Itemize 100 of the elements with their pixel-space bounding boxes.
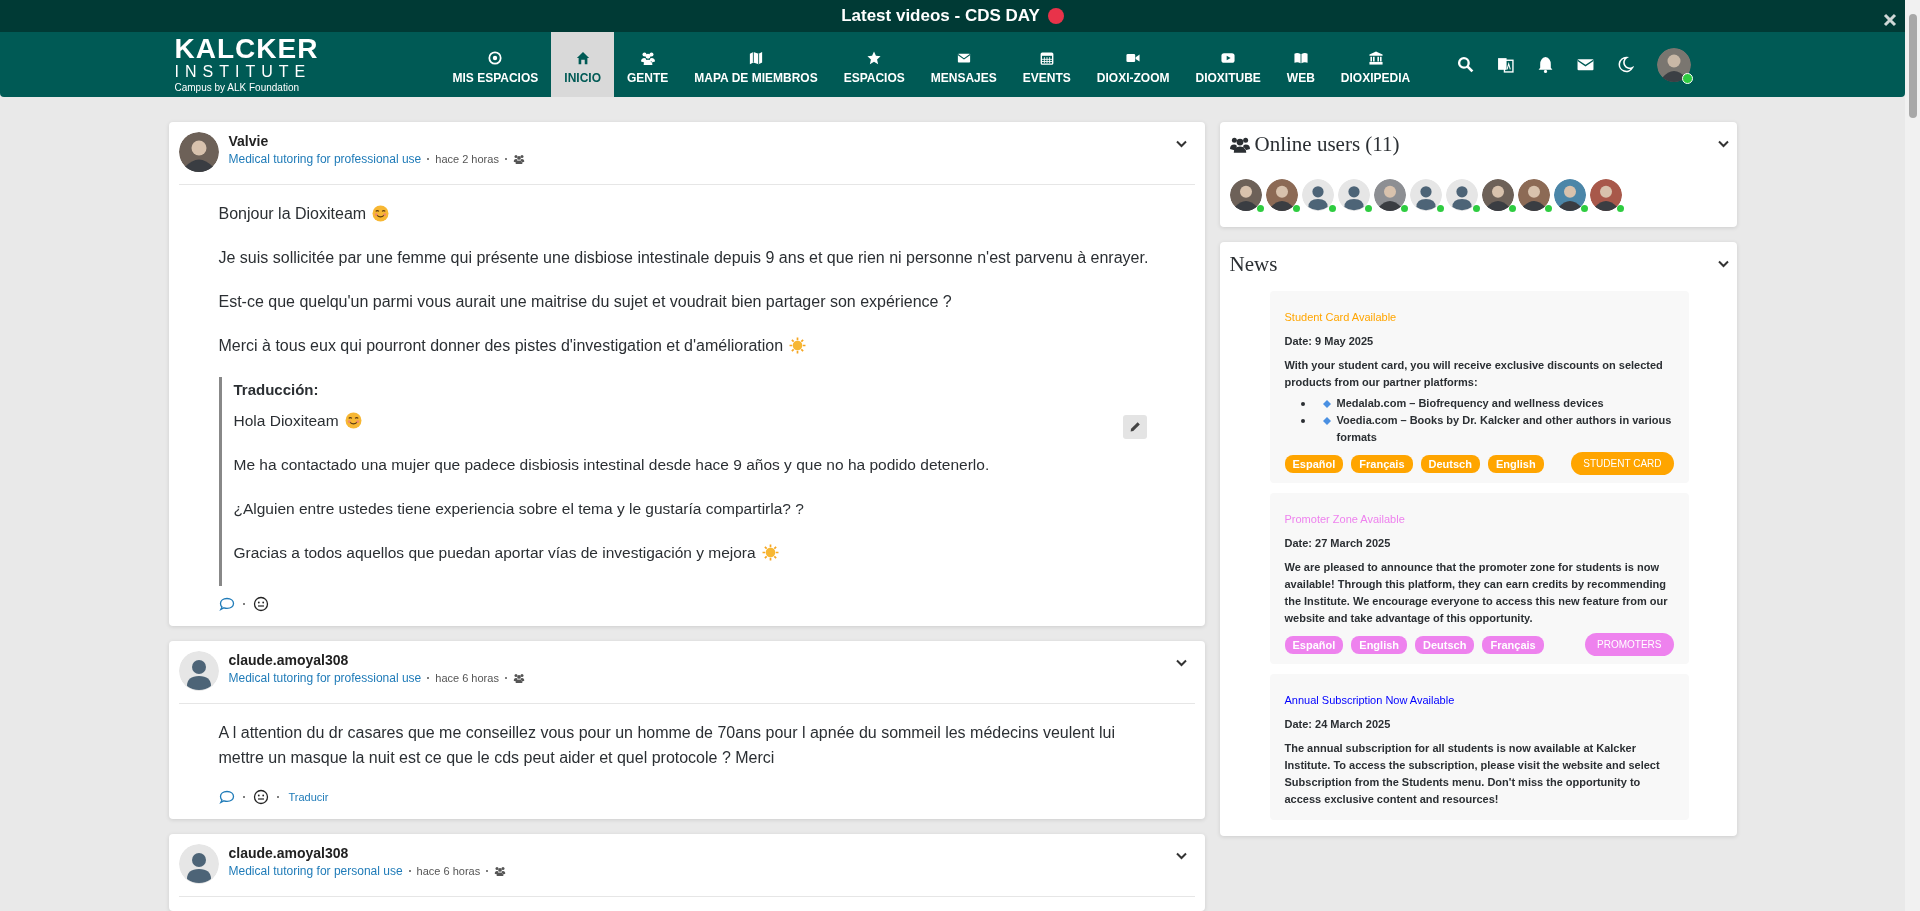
group-link[interactable]: Medical tutoring for professional use xyxy=(228,671,422,685)
nav-tab[interactable]: GENTE xyxy=(613,32,682,97)
post-time: hace 6 horas xyxy=(416,865,481,877)
bullet-dot xyxy=(1300,419,1305,423)
avatar[interactable] xyxy=(1445,179,1478,211)
close-icon[interactable] xyxy=(1883,13,1897,27)
author-name[interactable]: claude.amoyal308 xyxy=(228,652,525,668)
smiling-face-icon xyxy=(344,412,362,429)
nav-tab[interactable]: DIOXI-ZOOM xyxy=(1083,32,1183,97)
nav-tab[interactable]: DIOXITUBE xyxy=(1182,32,1274,97)
chevron-down-icon[interactable] xyxy=(1717,260,1729,268)
chevron-down-icon[interactable] xyxy=(1175,852,1187,860)
chevron-down-icon[interactable] xyxy=(1717,140,1729,148)
avatar[interactable] xyxy=(1589,179,1622,211)
post-paragraph: Merci à tous eux qui pourront donner des pistes d'investigation et d'amélioration xyxy=(218,333,1155,358)
online-status-dot xyxy=(1508,205,1516,212)
home-icon xyxy=(575,50,590,65)
avatar[interactable] xyxy=(1409,179,1442,211)
avatar[interactable] xyxy=(1481,179,1514,211)
avatar[interactable] xyxy=(178,132,219,172)
neutral-face-icon[interactable] xyxy=(252,596,269,612)
news-title: Student Card Available xyxy=(1284,311,1398,323)
news-text: The annual subscription for all students is now available at Kalcker Institute. To access the subscription, please visit the website and select Subscription from the Students menu. Don't miss the opportunity to access exclusive content and resources! xyxy=(1284,741,1661,807)
news-text: We are pleased to announce that the promoter zone for students is now available! Through this platform, they can earn credits by recommending the Institute. We encourage everyone to access this new feature from our website and take advantage of this opportunity. xyxy=(1284,560,1669,626)
online-status-dot xyxy=(1616,205,1624,212)
open-book-icon xyxy=(1293,50,1308,65)
avatar[interactable] xyxy=(178,844,219,884)
online-status-dot xyxy=(1292,205,1300,212)
translate-icon[interactable] xyxy=(1496,56,1514,74)
translation-paragraph: Hola Dioxiteam xyxy=(233,408,1125,433)
search-icon[interactable] xyxy=(1456,56,1474,74)
chevron-down-icon[interactable] xyxy=(1175,659,1187,667)
nav-tab[interactable]: MIS ESPACIOS xyxy=(439,32,552,97)
comment-icon[interactable] xyxy=(218,789,235,805)
calendar-icon xyxy=(1039,50,1054,65)
translate-link[interactable]: Traducir xyxy=(288,791,329,803)
nav-tab[interactable]: WEB xyxy=(1273,32,1328,97)
users-icon xyxy=(1229,136,1250,153)
group-link[interactable]: Medical tutoring for professional use xyxy=(228,152,422,166)
online-status-dot xyxy=(1472,205,1480,212)
avatar[interactable] xyxy=(1337,179,1370,211)
avatar[interactable] xyxy=(1517,179,1550,211)
post-paragraph: Est-ce que quelqu'un parmi vous aurait une maitrise du sujet et voudrait bien partager son expérience ? xyxy=(218,292,953,312)
nav-tab[interactable]: DIOXIPEDIA xyxy=(1327,32,1424,97)
online-status-dot xyxy=(1580,205,1588,212)
online-status-dot xyxy=(1364,205,1372,212)
translation-heading: Traducción: xyxy=(233,381,320,398)
news-date: Date: 24 March 2025 xyxy=(1284,718,1392,730)
scrollbar[interactable] xyxy=(1905,0,1920,911)
people-icon xyxy=(512,154,525,164)
online-status-dot xyxy=(1328,205,1336,212)
announcement-link[interactable]: Latest videos - CDS DAY xyxy=(841,6,1040,27)
avatar[interactable] xyxy=(1301,179,1334,211)
star-icon xyxy=(867,50,882,65)
online-status-dot xyxy=(1436,205,1444,212)
nav-tab[interactable]: EVENTS xyxy=(1009,32,1084,97)
logo-subtitle: INSTITUTE xyxy=(174,62,313,81)
post-time: hace 2 horas xyxy=(435,153,499,165)
record-icon xyxy=(1047,8,1064,25)
avatar[interactable] xyxy=(1229,179,1262,211)
chevron-down-icon[interactable] xyxy=(1175,140,1187,148)
avatar[interactable] xyxy=(1373,179,1406,211)
post-time: hace 6 horas xyxy=(435,672,499,684)
map-icon xyxy=(749,50,763,65)
edit-button[interactable] xyxy=(1122,415,1147,439)
smiling-face-icon xyxy=(372,205,390,222)
sun-icon xyxy=(789,337,807,354)
video-play-icon xyxy=(1221,50,1236,65)
online-status-dot xyxy=(1256,205,1264,212)
sun-icon xyxy=(761,544,779,561)
author-name[interactable]: claude.amoyal308 xyxy=(228,845,507,861)
bell-icon[interactable] xyxy=(1536,56,1554,74)
translation-paragraph: Me ha contactado una mujer que padece disbiosis intestinal desde hace 9 años y que no ha podido detenerlo. xyxy=(233,455,991,475)
online-status-dot xyxy=(1681,72,1693,84)
author-name[interactable]: Valvie xyxy=(228,133,525,149)
nav-tab[interactable]: INICIO xyxy=(551,32,614,97)
avatar[interactable] xyxy=(178,651,219,691)
moon-icon[interactable] xyxy=(1616,56,1634,74)
bullet-dot xyxy=(1300,402,1305,406)
post-paragraph: Bonjour la Dioxiteam xyxy=(218,201,1155,226)
group-link[interactable]: Medical tutoring for personal use xyxy=(228,864,403,878)
bullet-text: Voedia.com – Books by Dr. Kalcker and other authors in various formats xyxy=(1336,413,1673,445)
avatar[interactable] xyxy=(1265,179,1298,211)
translation-paragraph: ¿Alguien entre ustedes tiene experiencia sobre el tema y le gustaría compartirla? ? xyxy=(233,499,805,519)
news-title: Promoter Zone Available xyxy=(1284,513,1406,525)
target-icon xyxy=(488,50,503,65)
logo-tagline: Campus by ALK Foundation xyxy=(174,80,301,95)
user-avatar[interactable] xyxy=(1656,47,1691,82)
bullet-text: Medalab.com – Biofrequency and wellness devices xyxy=(1336,396,1604,411)
online-status-dot xyxy=(1400,205,1408,212)
panel-title: News xyxy=(1229,252,1278,277)
avatar[interactable] xyxy=(1553,179,1586,211)
neutral-face-icon[interactable] xyxy=(252,789,269,805)
nav-tab[interactable]: ESPACIOS xyxy=(830,32,918,97)
news-date: Date: 27 March 2025 xyxy=(1284,537,1392,549)
nav-tab[interactable]: MAPA DE MIEMBROS xyxy=(681,32,831,97)
logo-title: KALCKER xyxy=(174,34,320,63)
comment-icon[interactable] xyxy=(218,596,235,612)
users-icon xyxy=(640,50,655,65)
nav-tab[interactable]: MENSAJES xyxy=(917,32,1010,97)
